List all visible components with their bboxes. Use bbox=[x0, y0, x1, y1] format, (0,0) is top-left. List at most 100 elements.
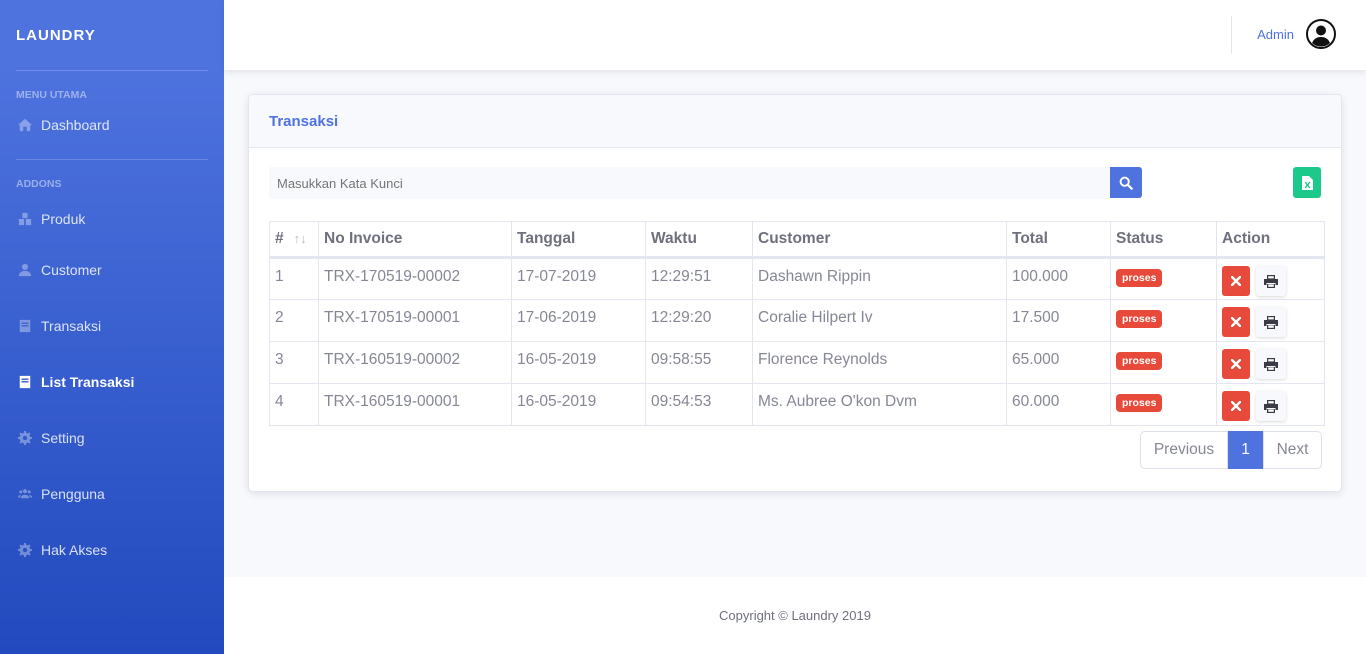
cell-status: proses bbox=[1110, 341, 1217, 384]
topbar-divider bbox=[1231, 16, 1232, 54]
sidebar-item-transaksi[interactable]: Transaksi bbox=[0, 298, 224, 354]
pagination: Previous 1 Next bbox=[1140, 431, 1322, 469]
column-header-action: Action bbox=[1216, 221, 1325, 259]
export-excel-button[interactable] bbox=[1293, 167, 1321, 198]
column-header-invoice[interactable]: No Invoice bbox=[318, 221, 512, 259]
pagination-next[interactable]: Next bbox=[1263, 431, 1322, 469]
search-button[interactable] bbox=[1110, 167, 1142, 198]
book-icon bbox=[16, 375, 34, 389]
cell-customer: Coralie Hilpert Iv bbox=[752, 299, 1007, 342]
delete-button[interactable] bbox=[1222, 307, 1250, 337]
print-button[interactable] bbox=[1256, 266, 1286, 296]
brand-title[interactable]: LAUNDRY bbox=[0, 0, 224, 70]
cell-date: 16-05-2019 bbox=[511, 383, 646, 426]
delete-button[interactable] bbox=[1222, 391, 1250, 421]
user-menu[interactable]: Admin bbox=[1257, 19, 1336, 49]
print-icon bbox=[1264, 357, 1278, 371]
print-button[interactable] bbox=[1256, 349, 1286, 379]
sidebar-item-label: Customer bbox=[41, 262, 102, 278]
table-row: 3 TRX-160519-00002 16-05-2019 09:58:55 Flore… bbox=[269, 341, 1325, 384]
close-icon bbox=[1231, 359, 1241, 369]
sidebar-heading-addons: ADDONS bbox=[16, 178, 62, 190]
cell-customer: Dashawn Rippin bbox=[752, 257, 1007, 300]
sidebar-item-label: Produk bbox=[41, 211, 86, 227]
cell-invoice: TRX-170519-00002 bbox=[318, 257, 512, 300]
close-icon bbox=[1231, 317, 1241, 327]
sidebar-item-hak-akses[interactable]: Hak Akses bbox=[0, 522, 224, 578]
cell-status: proses bbox=[1110, 299, 1217, 342]
cell-number: 4 bbox=[269, 383, 319, 426]
table-row: 2 TRX-170519-00001 17-06-2019 12:29:20 Coral… bbox=[269, 299, 1325, 342]
delete-button[interactable] bbox=[1222, 349, 1250, 379]
column-header-date[interactable]: Tanggal bbox=[511, 221, 646, 259]
search-icon bbox=[1119, 176, 1133, 190]
cell-customer: Florence Reynolds bbox=[752, 341, 1007, 384]
cell-time: 09:54:53 bbox=[645, 383, 753, 426]
cell-status: proses bbox=[1110, 257, 1217, 300]
close-icon bbox=[1231, 276, 1241, 286]
gear-icon bbox=[16, 543, 34, 557]
cell-date: 17-06-2019 bbox=[511, 299, 646, 342]
cell-action bbox=[1216, 341, 1325, 384]
cell-action bbox=[1216, 257, 1325, 300]
column-header-time[interactable]: Waktu bbox=[645, 221, 753, 259]
sidebar-item-customer[interactable]: Customer bbox=[0, 242, 224, 298]
status-badge: proses bbox=[1116, 269, 1163, 287]
cell-date: 17-07-2019 bbox=[511, 257, 646, 300]
sidebar-item-dashboard[interactable]: Dashboard bbox=[0, 107, 224, 159]
sidebar-item-label: Pengguna bbox=[41, 486, 105, 502]
cell-number: 1 bbox=[269, 257, 319, 300]
column-header-number[interactable]: # ↑↓ bbox=[269, 221, 319, 259]
sidebar-item-setting[interactable]: Setting bbox=[0, 410, 224, 466]
card-title: Transaksi bbox=[249, 95, 1341, 148]
delete-button[interactable] bbox=[1222, 266, 1250, 296]
print-icon bbox=[1264, 274, 1278, 288]
cell-invoice: TRX-160519-00002 bbox=[318, 341, 512, 384]
print-button[interactable] bbox=[1256, 391, 1286, 421]
user-icon bbox=[16, 263, 34, 277]
pagination-previous[interactable]: Previous bbox=[1140, 431, 1228, 469]
transaction-table: # ↑↓ No Invoice Tanggal Waktu Customer To… bbox=[269, 221, 1325, 426]
status-badge: proses bbox=[1116, 394, 1163, 412]
cell-total: 60.000 bbox=[1006, 383, 1111, 426]
column-header-customer[interactable]: Customer bbox=[752, 221, 1007, 259]
cell-invoice: TRX-170519-00001 bbox=[318, 299, 512, 342]
search-input[interactable] bbox=[269, 167, 1110, 199]
home-icon bbox=[16, 118, 34, 132]
sidebar-item-list-transaksi[interactable]: List Transaksi bbox=[0, 354, 224, 410]
cell-total: 17.500 bbox=[1006, 299, 1111, 342]
cell-number: 2 bbox=[269, 299, 319, 342]
column-header-total[interactable]: Total bbox=[1006, 221, 1111, 259]
sidebar-item-pengguna[interactable]: Pengguna bbox=[0, 466, 224, 522]
gear-icon bbox=[16, 431, 34, 445]
sidebar-item-label: Hak Akses bbox=[41, 542, 108, 558]
excel-file-icon bbox=[1301, 175, 1313, 190]
users-icon bbox=[16, 487, 34, 501]
table-row: 1 TRX-170519-00002 17-07-2019 12:29:51 Dasha… bbox=[269, 257, 1325, 300]
avatar-icon bbox=[1306, 19, 1336, 49]
sort-icon[interactable]: ↑↓ bbox=[294, 231, 307, 246]
user-name: Admin bbox=[1257, 26, 1294, 42]
cell-status: proses bbox=[1110, 383, 1217, 426]
cell-action bbox=[1216, 383, 1325, 426]
sidebar-item-produk[interactable]: Produk bbox=[0, 196, 224, 242]
cell-number: 3 bbox=[269, 341, 319, 384]
cell-time: 12:29:20 bbox=[645, 299, 753, 342]
cell-total: 65.000 bbox=[1006, 341, 1111, 384]
footer: Copyright © Laundry 2019 bbox=[224, 577, 1366, 654]
search-bar bbox=[269, 167, 1142, 199]
status-badge: proses bbox=[1116, 352, 1163, 370]
print-button[interactable] bbox=[1256, 307, 1286, 337]
sidebar-item-label: Dashboard bbox=[41, 117, 110, 133]
cell-customer: Ms. Aubree O'kon Dvm bbox=[752, 383, 1007, 426]
print-icon bbox=[1264, 315, 1278, 329]
sidebar-item-label: Transaksi bbox=[41, 318, 102, 334]
pagination-page[interactable]: 1 bbox=[1228, 431, 1263, 469]
cell-time: 09:58:55 bbox=[645, 341, 753, 384]
table-header-row: # ↑↓ No Invoice Tanggal Waktu Customer To… bbox=[269, 221, 1325, 259]
book-icon bbox=[16, 319, 34, 333]
transaction-card: Transaksi #↑↓ No Invoice Tanggal Waktu C… bbox=[248, 94, 1342, 492]
close-icon bbox=[1231, 401, 1241, 411]
sidebar-item-label: Setting bbox=[41, 430, 85, 446]
column-header-status[interactable]: Status bbox=[1110, 221, 1217, 259]
